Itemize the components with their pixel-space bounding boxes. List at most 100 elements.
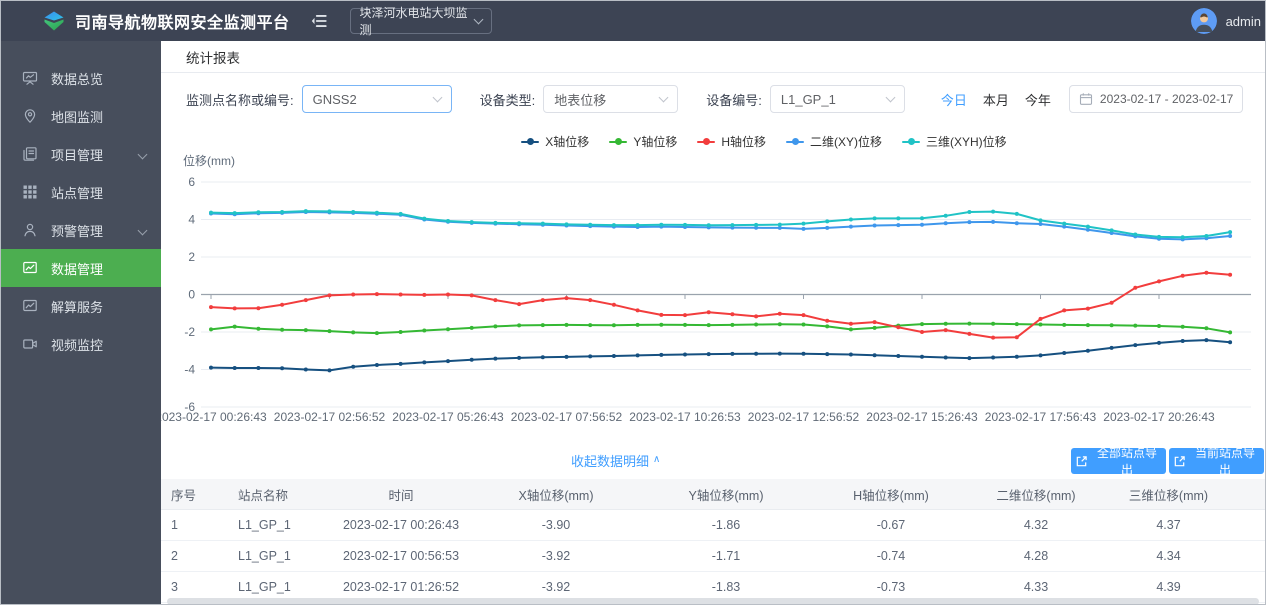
point-select[interactable]: GNSS2 — [301, 85, 452, 113]
sidebar-item[interactable]: 视频监控 — [1, 325, 161, 363]
data-point-marker — [920, 354, 924, 359]
table-cell: -0.74 — [876, 549, 906, 563]
data-point-marker — [920, 222, 924, 227]
data-point-marker — [730, 322, 735, 327]
quick-range-button[interactable]: 今日 — [941, 90, 967, 109]
data-point-marker — [896, 325, 901, 330]
menu-fold-icon[interactable] — [310, 12, 328, 30]
chevron-down-icon — [885, 92, 896, 103]
data-point-marker — [1133, 232, 1138, 237]
data-point-marker — [754, 322, 759, 327]
quick-range-button[interactable]: 本月 — [983, 90, 1009, 109]
sidebar-item[interactable]: 解算服务 — [1, 287, 161, 325]
data-point-marker — [659, 312, 664, 317]
data-point-marker — [683, 352, 687, 357]
sidebar-item[interactable]: 数据总览 — [1, 59, 161, 97]
filter-bar: 监测点名称或编号: GNSS2 设备类型: 地表位移 设备编号: L1_GP_1 — [161, 83, 1265, 115]
table-cell: -0.73 — [876, 580, 906, 594]
data-point-marker — [801, 226, 806, 231]
data-point-marker — [848, 327, 853, 332]
map-pin-icon — [22, 108, 38, 124]
station-selector[interactable]: 块泽河水电站大坝监测 — [349, 6, 492, 37]
device-type-label: 设备类型: — [479, 92, 536, 108]
data-point-marker — [327, 368, 332, 373]
x-axis-tick-label: 2023-02-17 05:26:43 — [392, 410, 504, 424]
data-point-marker — [825, 324, 830, 329]
legend-item[interactable]: 三维(XYH)位移 — [902, 133, 1007, 150]
legend-label: X轴位移 — [545, 135, 590, 149]
data-point-marker — [896, 354, 901, 358]
data-point-marker — [872, 216, 877, 221]
data-point-marker — [659, 222, 664, 227]
data-point-marker — [683, 313, 687, 318]
data-point-marker — [1204, 326, 1209, 331]
data-point-marker — [564, 296, 569, 301]
x-axis-tick-label: 2023-02-17 07:56:52 — [511, 410, 623, 424]
data-point-marker — [920, 330, 924, 334]
device-id-select[interactable]: L1_GP_1 — [769, 85, 905, 113]
site-grid-icon — [22, 184, 38, 200]
user-avatar[interactable] — [1190, 8, 1217, 34]
legend-label: 三维(XYH)位移 — [926, 135, 1007, 149]
y-axis-tick-label: -2 — [184, 325, 195, 339]
data-point-marker — [564, 354, 569, 359]
collapse-detail-link[interactable]: 收起数据明细 ∧ — [571, 451, 660, 470]
tab-report[interactable]: 统计报表 — [186, 47, 240, 67]
data-point-marker — [209, 305, 213, 310]
legend-marker-dot — [907, 138, 915, 145]
sidebar-item[interactable]: 数据管理 — [1, 249, 161, 287]
data-point-marker — [611, 302, 616, 307]
data-point-marker — [446, 327, 450, 332]
sidebar-item[interactable]: 地图监测 — [1, 97, 161, 135]
device-type-filter-group: 设备类型: 地表位移 — [480, 85, 679, 113]
tab-bar: 统计报表 — [161, 41, 1265, 73]
data-point-marker — [517, 355, 522, 360]
table-cell: -1.71 — [711, 549, 741, 563]
data-point-marker — [398, 292, 403, 297]
data-point-marker — [848, 224, 853, 229]
alert-user-icon — [22, 222, 38, 238]
data-point-marker — [280, 366, 285, 371]
export-all-button[interactable]: 全部站点导出 — [1071, 446, 1166, 477]
x-axis-tick-label: 2023-02-17 12:56:52 — [748, 410, 860, 424]
data-point-marker — [777, 351, 782, 356]
data-point-marker — [1038, 316, 1043, 321]
data-point-marker — [374, 363, 379, 367]
data-point-marker — [1085, 323, 1090, 328]
data-point-marker — [1228, 330, 1233, 335]
x-axis-tick-label: 2023-02-17 15:26:43 — [866, 410, 978, 424]
device-type-select[interactable]: 地表位移 — [543, 85, 679, 113]
data-point-marker — [801, 351, 806, 356]
legend-item[interactable]: Y轴位移 — [609, 133, 677, 150]
legend-item[interactable]: H轴位移 — [697, 133, 766, 150]
y-axis-tick-label: -4 — [184, 363, 195, 377]
export-current-button[interactable]: 当前站点导出 — [1169, 446, 1264, 477]
table-cell: 2023-02-17 00:56:53 — [342, 549, 460, 563]
sidebar-item[interactable]: 预警管理 — [1, 211, 161, 249]
data-point-marker — [943, 321, 948, 326]
quick-range-button[interactable]: 今年 — [1025, 90, 1051, 109]
device-id-select-value: L1_GP_1 — [780, 91, 836, 107]
data-point-marker — [1157, 324, 1161, 328]
sidebar-item[interactable]: 项目管理 — [1, 135, 161, 173]
legend-label: Y轴位移 — [633, 135, 678, 149]
data-point-marker — [209, 327, 213, 332]
solve-chart-icon — [22, 298, 38, 314]
date-range-picker[interactable]: 2023-02-17 - 2023-02-17 — [1068, 85, 1244, 113]
data-point-marker — [493, 356, 498, 361]
device-id-label: 设备编号: — [706, 92, 762, 108]
legend-item[interactable]: X轴位移 — [521, 133, 589, 150]
sidebar-item-label: 预警管理 — [51, 223, 104, 239]
chevron-down-icon — [432, 92, 443, 103]
data-point-marker — [967, 331, 972, 336]
sidebar-item-label: 地图监测 — [51, 109, 104, 125]
data-point-marker — [1157, 340, 1161, 345]
data-point-marker — [730, 223, 735, 228]
data-point-marker — [1157, 234, 1161, 239]
sidebar-item[interactable]: 站点管理 — [1, 173, 161, 211]
video-camera-icon — [22, 336, 38, 352]
horizontal-scrollbar[interactable] — [167, 598, 1259, 604]
chevron-down-icon — [137, 225, 148, 236]
data-point-marker — [327, 293, 332, 298]
legend-item[interactable]: 二维(XY)位移 — [786, 133, 882, 150]
